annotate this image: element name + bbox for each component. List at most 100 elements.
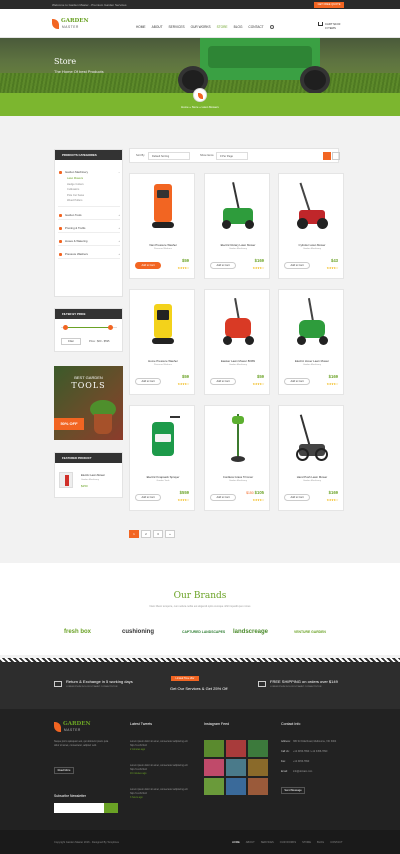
product-image[interactable] [219,180,257,236]
add-to-cart-button[interactable]: Add to Cart [284,262,310,269]
add-to-cart-button[interactable]: Add to Cart [135,494,161,501]
subcategory-item[interactable]: Weed Pullers [67,199,82,202]
product-card[interactable]: Electric Knapsack Sprayer Garden Tools $55… [129,405,195,511]
featured-product-image[interactable] [59,472,73,488]
send-message-button[interactable]: Send Message [281,787,305,794]
free-quote-button[interactable]: GET FREE QUOTE [314,2,344,8]
product-image[interactable] [144,412,182,468]
subcategory-item[interactable]: Lawn Mowers [67,177,83,180]
subcategory-item[interactable]: Cultivators [67,188,79,191]
nav-item-services[interactable]: SERVICES [169,25,185,29]
nav-item-store[interactable]: STORE [217,25,228,29]
page-button-2[interactable]: 2 [141,530,151,538]
add-to-cart-button[interactable]: Add to Cart [210,378,236,385]
nav-item-our-works[interactable]: OUR WORKS [191,25,211,29]
instagram-photo[interactable] [204,740,224,757]
brand-logo[interactable]: CAPTURED LANDSCAPES [182,630,225,634]
instagram-photo[interactable] [248,759,268,776]
list-view-icon[interactable] [332,152,340,160]
category-item[interactable]: Garden Tools + [55,213,124,217]
search-icon[interactable] [270,25,274,29]
product-name[interactable]: Hand Push Lawn Mower [279,475,345,479]
product-card[interactable]: Vian Pressure Washer Pressure Washers $59 A… [129,173,195,279]
read-more-button[interactable]: Read More [54,767,74,774]
product-name[interactable]: Electric Rotary Lawn Mower [205,243,271,247]
product-card[interactable]: Cylinder Lawn Mower Garden Machinery $43 Ad… [278,173,344,279]
plus-icon[interactable]: + [118,252,120,256]
category-item[interactable]: Pressure Washers + [55,252,124,256]
product-name[interactable]: Electric Hover Lawn Mower [279,359,345,363]
footer-nav-item[interactable]: ABOUT [246,841,255,844]
add-to-cart-button[interactable]: Add to Cart [210,494,236,501]
product-card[interactable]: Electric Rotary Lawn Mower Garden Machine… [204,173,270,279]
add-to-cart-button[interactable]: Add to Cart [284,494,310,501]
product-image[interactable] [293,412,331,468]
brand-logo[interactable]: VENTURE GARDEN [294,630,326,634]
footer-nav-item[interactable]: STORE [302,841,311,844]
newsletter-input[interactable] [54,803,104,813]
instagram-photo[interactable] [204,778,224,795]
brand-logo[interactable]: fresh box [64,629,91,635]
page-button-3[interactable]: 3 [153,530,163,538]
instagram-photo[interactable] [248,778,268,795]
brand-logo[interactable]: landscreage [233,629,268,635]
product-name[interactable]: Easiser Lawn Mower 800W [205,359,271,363]
footer-nav-item[interactable]: OUR WORKS [280,841,296,844]
instagram-photo[interactable] [226,778,246,795]
plus-icon[interactable]: + [118,239,120,243]
logo[interactable]: GARDEN MASTER [52,18,89,30]
slider-handle-min[interactable] [62,325,68,330]
product-card[interactable]: Easiser Lawn Mower 800W Garden Machinery $… [204,289,270,395]
nav-item-contact[interactable]: CONTACT [248,25,263,29]
footer-nav-item[interactable]: HOME [232,841,240,844]
tweet-text[interactable]: Lorem ipsum dolor sit amet, consectetur … [130,764,192,772]
product-name[interactable]: Electric Knapsack Sprayer [130,475,196,479]
footer-nav-item[interactable]: BLOG [317,841,324,844]
instagram-photo[interactable] [226,740,246,757]
product-card[interactable]: Cordless Grass Trimmer Garden Machinery $1… [204,405,270,511]
add-to-cart-button[interactable]: Add to Cart [135,378,161,385]
show-select[interactable]: 9 Per Page [216,152,248,160]
product-image[interactable] [293,180,331,236]
next-page-button[interactable]: » [165,530,175,538]
plus-icon[interactable]: + [118,213,120,217]
page-button-1[interactable]: 1 [129,530,139,538]
product-image[interactable] [293,296,331,352]
category-item[interactable]: Pruning & Trellis + [55,226,124,230]
instagram-photo[interactable] [248,740,268,757]
subcategory-item[interactable]: Pole Cut Saws [67,194,84,197]
product-image[interactable] [219,296,257,352]
cart-widget[interactable]: CART $0.00 0 ITEMS [318,22,340,30]
nav-item-about[interactable]: ABOUT [152,25,163,29]
category-item[interactable]: Hoses & Watering + [55,239,124,243]
plus-icon[interactable]: + [118,226,120,230]
offer-title[interactable]: Get Our Services & Get 25% Off [170,686,228,691]
product-card[interactable]: Electric Hover Lawn Mower Garden Machiner… [278,289,344,395]
footer-nav-item[interactable]: CONTACT [330,841,342,844]
price-slider[interactable] [61,325,117,330]
add-to-cart-button[interactable]: Add to Cart [210,262,236,269]
product-name[interactable]: Cylinder Lawn Mower [279,243,345,247]
product-image[interactable] [144,296,182,352]
slider-handle-max[interactable] [108,325,114,330]
footer-nav-item[interactable]: SERVICES [261,841,274,844]
subcategory-item[interactable]: Hedge Cutters [67,183,84,186]
sort-select[interactable]: Default Sorting [148,152,190,160]
minus-icon[interactable]: − [118,170,120,174]
instagram-photo[interactable] [226,759,246,776]
filter-button[interactable]: Filter [61,338,81,345]
brand-logo[interactable]: cushioning [122,629,154,635]
instagram-photo[interactable] [204,759,224,776]
promo-banner[interactable]: BEST GARDEN TOOLS 50% OFF [54,366,123,440]
subscribe-button[interactable] [104,803,118,813]
tweet-text[interactable]: Lorem ipsum dolor sit amet, consectetur … [130,740,192,748]
category-item[interactable]: Garden Machinery − [55,170,124,174]
product-name[interactable]: Vian Pressure Washer [130,243,196,247]
product-name[interactable]: Home Pressure Washer [130,359,196,363]
add-to-cart-button[interactable]: Add to Cart [284,378,310,385]
product-name[interactable]: Cordless Grass Trimmer [205,475,271,479]
tweet-text[interactable]: Lorem ipsum dolor sit amet, consectetur … [130,788,192,796]
nav-item-home[interactable]: HOME [136,25,146,29]
breadcrumb-item[interactable]: Home [181,105,188,109]
footer-logo[interactable]: GARDEN MASTER [54,721,91,733]
